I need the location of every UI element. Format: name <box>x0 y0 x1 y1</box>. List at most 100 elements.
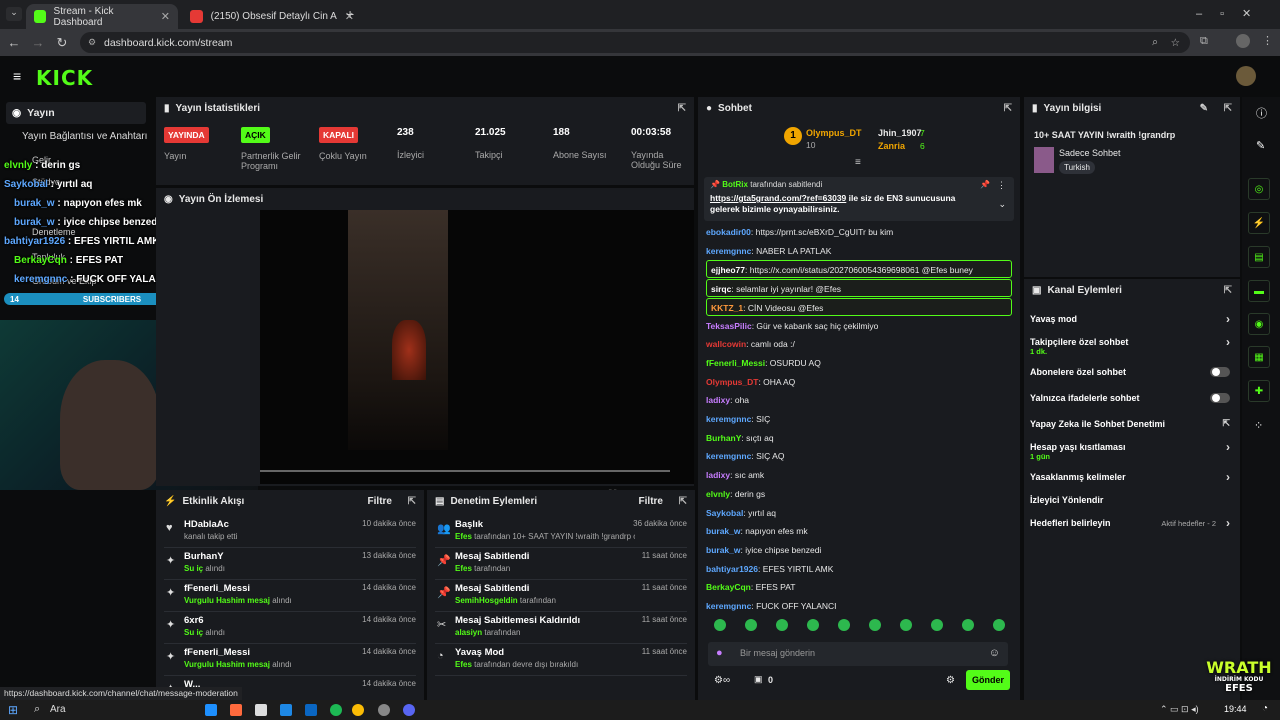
browser-menu-icon[interactable]: ⋮ <box>1262 34 1273 47</box>
kick-logo[interactable]: KICK <box>36 66 93 90</box>
chat-username[interactable]: Olympus_DT <box>706 377 758 387</box>
extensions-icon[interactable]: ⧉ <box>1200 35 1208 48</box>
profile-avatar[interactable] <box>1236 34 1250 48</box>
channel-action-row[interactable]: Abonelere özel sohbet <box>1030 367 1234 377</box>
hamburger-menu-icon[interactable]: ≡ <box>13 68 21 84</box>
video-progress-bar[interactable] <box>260 470 670 472</box>
external-link-icon[interactable]: ⇱ <box>1222 418 1230 429</box>
back-icon[interactable]: ← <box>2 35 26 50</box>
emoji-icon[interactable]: ☺ <box>989 647 1000 659</box>
nav-item-yayin[interactable]: ◉ Yayın <box>6 102 146 124</box>
app-icon[interactable] <box>305 704 317 716</box>
channel-action-row[interactable]: Yasaklanmış kelimeler › <box>1030 470 1234 484</box>
chat-username[interactable]: wallcowin <box>706 339 746 349</box>
tab-youtube[interactable]: (2150) Obsesif Detaylı Cin Alem ✕ <box>182 4 362 29</box>
leader-2-name[interactable]: Jhin_1907 <box>878 128 922 138</box>
chat-username[interactable]: keremgnnc <box>706 601 751 611</box>
channel-action-row[interactable]: Yapay Zeka ile Sohbet Denetimi ⇱ <box>1030 418 1234 429</box>
wrench-tool-icon[interactable]: ✚ <box>1248 380 1270 402</box>
site-info-icon[interactable]: ⚙ <box>88 37 96 48</box>
chat-username[interactable]: sirqc <box>711 284 731 294</box>
chat-username[interactable]: burak_w <box>706 545 741 555</box>
pinned-link[interactable]: https://gta5grand.com/?ref=63039 <box>710 193 846 203</box>
camera-tool-icon[interactable]: ◎ <box>1248 178 1270 200</box>
chat-tool-icon[interactable]: ▬ <box>1248 280 1270 302</box>
filter-button[interactable]: Filtre <box>368 496 392 507</box>
chevron-right-icon[interactable]: › <box>1226 516 1230 530</box>
chat-username[interactable]: ladixy <box>706 470 730 480</box>
activity-user[interactable]: fFenerli_Messi <box>184 583 250 594</box>
chat-username[interactable]: keremgnnc <box>706 451 751 461</box>
taskbar-search[interactable]: Ara <box>50 704 66 715</box>
toggle-switch[interactable] <box>1210 367 1230 377</box>
tab-search-icon[interactable]: ⌄ <box>6 7 22 21</box>
chat-settings-icon[interactable]: ⚙∞ <box>714 675 730 686</box>
windows-start-icon[interactable]: ⊞ <box>8 703 18 717</box>
chevron-right-icon[interactable]: › <box>1226 470 1230 484</box>
grid-tool-icon[interactable]: ▦ <box>1248 346 1270 368</box>
filter-button[interactable]: Filtre <box>639 496 663 507</box>
store-icon[interactable] <box>255 704 267 716</box>
reload-icon[interactable]: ↻ <box>50 35 74 51</box>
emote-icon[interactable] <box>714 619 726 631</box>
channel-action-row[interactable]: Hesap yaşı kısıtlaması 1 gün › <box>1030 440 1234 461</box>
popout-icon[interactable]: ⇱ <box>678 103 686 114</box>
leader-3-name[interactable]: Zanria <box>878 141 905 151</box>
chat-username[interactable]: burak_w <box>706 526 741 536</box>
unpin-icon[interactable]: 📌 <box>980 180 990 189</box>
settings-gear-icon[interactable]: ⚙ <box>946 675 955 686</box>
microphone-icon[interactable]: ● <box>716 647 723 659</box>
channel-action-row[interactable]: Yavaş mod › <box>1030 312 1234 326</box>
popout-icon[interactable]: ⇱ <box>408 496 416 507</box>
forward-icon[interactable]: → <box>26 35 50 50</box>
chat-username[interactable]: keremgnnc <box>706 414 751 424</box>
lightning-tool-icon[interactable]: ⚡ <box>1248 212 1270 234</box>
chevron-right-icon[interactable]: › <box>1226 312 1230 326</box>
activity-user[interactable]: 6xr6 <box>184 615 204 626</box>
chat-username[interactable]: TeksasPilic <box>706 321 752 331</box>
info-icon[interactable]: ⓘ <box>1256 105 1267 121</box>
edge-icon[interactable] <box>205 704 217 716</box>
spotify-icon[interactable] <box>330 704 342 716</box>
apps-icon[interactable]: ⁘ <box>1254 419 1263 432</box>
expand-pinned-icon[interactable]: ⌄ <box>998 199 1006 210</box>
channel-action-row[interactable]: İzleyici Yönlendir <box>1030 495 1234 505</box>
chat-username[interactable]: KKTZ_1 <box>711 303 743 313</box>
leader-1-name[interactable]: Olympus_DT <box>806 128 862 138</box>
chrome-icon[interactable] <box>352 704 364 716</box>
channel-action-row[interactable]: Takipçilere özel sohbet 1 dk. › <box>1030 335 1234 356</box>
chat-username[interactable]: BerkayCqn <box>706 582 751 592</box>
discord-icon[interactable] <box>403 704 415 716</box>
notification-icon[interactable]: ◔ <box>1262 703 1268 714</box>
search-icon[interactable]: ⌕ <box>34 703 40 716</box>
chevron-right-icon[interactable]: › <box>1226 335 1230 349</box>
tab-kick-dashboard[interactable]: Stream - Kick Dashboard ✕ <box>26 4 178 29</box>
chat-username[interactable]: ejjheo77 <box>711 265 745 275</box>
emote-icon[interactable] <box>776 619 788 631</box>
system-tray-icons[interactable]: ⌃ ▭ ⊡ ◂) <box>1160 704 1199 715</box>
document-tool-icon[interactable]: ▤ <box>1248 246 1270 268</box>
popout-icon[interactable]: ⇱ <box>1224 285 1232 296</box>
channel-action-row[interactable]: Hedefleri belirleyin › Aktif hedefler - 2 <box>1030 516 1234 530</box>
obs-icon[interactable] <box>378 704 390 716</box>
emote-icon[interactable] <box>838 619 850 631</box>
emote-icon[interactable] <box>900 619 912 631</box>
chat-username[interactable]: ebokadir00 <box>706 227 751 237</box>
emote-icon[interactable] <box>869 619 881 631</box>
more-options-icon[interactable]: ⋮ <box>997 180 1006 191</box>
activity-user[interactable]: HDablaAc <box>184 519 229 530</box>
user-avatar[interactable] <box>1236 66 1256 86</box>
emote-icon[interactable] <box>962 619 974 631</box>
category-name[interactable]: Sadece Sohbet <box>1059 148 1121 158</box>
nav-item-stream-key[interactable]: Yayın Bağlantısı ve Anahtarı <box>22 131 147 142</box>
bookmark-star-icon[interactable]: ☆ <box>1171 37 1180 49</box>
collapse-leaderboard-icon[interactable]: ≡ <box>855 157 861 168</box>
emote-bar[interactable] <box>714 619 1005 633</box>
close-tab-icon[interactable]: ✕ <box>161 10 170 23</box>
pencil-icon[interactable]: ✎ <box>1256 139 1265 152</box>
url-field[interactable]: ⚙ dashboard.kick.com/stream ⌕ ☆ <box>80 32 1190 53</box>
chat-username[interactable]: keremgnnc <box>706 246 751 256</box>
app-icon[interactable] <box>230 704 242 716</box>
activity-user[interactable]: BurhanY <box>184 551 224 562</box>
activity-user[interactable]: fFenerli_Messi <box>184 647 250 658</box>
